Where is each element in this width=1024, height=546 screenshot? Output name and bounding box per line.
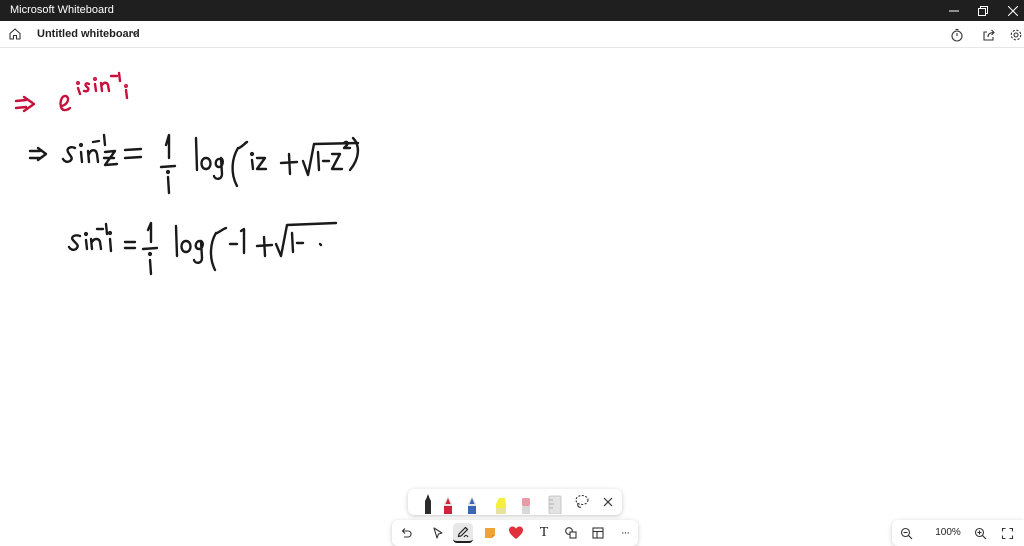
ink-layer [14, 71, 360, 276]
fit-button[interactable] [998, 524, 1016, 542]
close-button[interactable] [998, 0, 1024, 21]
zoom-out-icon [900, 527, 912, 539]
text-button[interactable]: T [534, 523, 554, 543]
zoom-in-icon [974, 527, 986, 539]
share-button[interactable] [979, 25, 999, 45]
whiteboard-canvas[interactable] [0, 48, 1024, 546]
zoom-control: 100% [892, 520, 1024, 546]
shapes-button[interactable] [561, 523, 581, 543]
reaction-icon [509, 526, 523, 539]
ink-line-1 [14, 71, 129, 113]
select-button[interactable] [428, 523, 448, 543]
chevron-down-icon[interactable] [130, 29, 140, 37]
undo-button[interactable] [396, 523, 416, 543]
zoom-out-button[interactable] [897, 524, 915, 542]
pen-button[interactable] [453, 523, 473, 543]
red-pen[interactable] [437, 492, 459, 514]
zoom-in-button[interactable] [971, 524, 989, 542]
app-title: Microsoft Whiteboard [10, 4, 114, 16]
lasso-icon[interactable] [571, 491, 593, 513]
settings-button[interactable] [1006, 25, 1024, 45]
close-icon[interactable] [597, 491, 619, 513]
blue-pen[interactable] [461, 492, 483, 514]
board-title[interactable]: Untitled whiteboard [37, 28, 140, 41]
text-icon: T [539, 525, 549, 540]
more-icon: ··· [621, 527, 630, 539]
pen-icon [457, 526, 469, 538]
restore-icon [978, 5, 988, 16]
main-toolbar: T ··· [392, 520, 638, 546]
minimize-icon [949, 10, 959, 11]
pen-palette [408, 489, 622, 515]
black-pen[interactable] [417, 492, 439, 514]
title-bar: Microsoft Whiteboard [0, 0, 1024, 21]
restore-button[interactable] [968, 0, 998, 21]
close-icon [1008, 5, 1018, 16]
pink-eraser[interactable] [515, 492, 537, 514]
ink-line-3 [67, 221, 338, 276]
sticky-note-button[interactable] [480, 523, 500, 543]
shapes-icon [565, 527, 577, 539]
yellow-highlighter[interactable] [490, 492, 512, 514]
templates-icon [592, 527, 604, 539]
sticky-note-icon [485, 528, 495, 538]
timer-button[interactable] [947, 25, 967, 45]
board-header: Untitled whiteboard [0, 21, 1024, 48]
settings-icon [1010, 29, 1022, 41]
home-button[interactable] [5, 24, 25, 44]
undo-icon [401, 528, 412, 538]
fit-icon [1001, 527, 1013, 539]
templates-button[interactable] [588, 523, 608, 543]
more-button[interactable]: ··· [615, 523, 635, 543]
home-icon [9, 28, 21, 40]
zoom-level[interactable]: 100% [928, 527, 968, 539]
ink-line-2 [28, 133, 360, 195]
share-icon [983, 29, 995, 41]
minimize-button[interactable] [939, 0, 969, 21]
select-icon [433, 527, 443, 539]
reaction-button[interactable] [506, 523, 526, 543]
ruler[interactable] [544, 492, 566, 514]
timer-icon [951, 28, 963, 42]
